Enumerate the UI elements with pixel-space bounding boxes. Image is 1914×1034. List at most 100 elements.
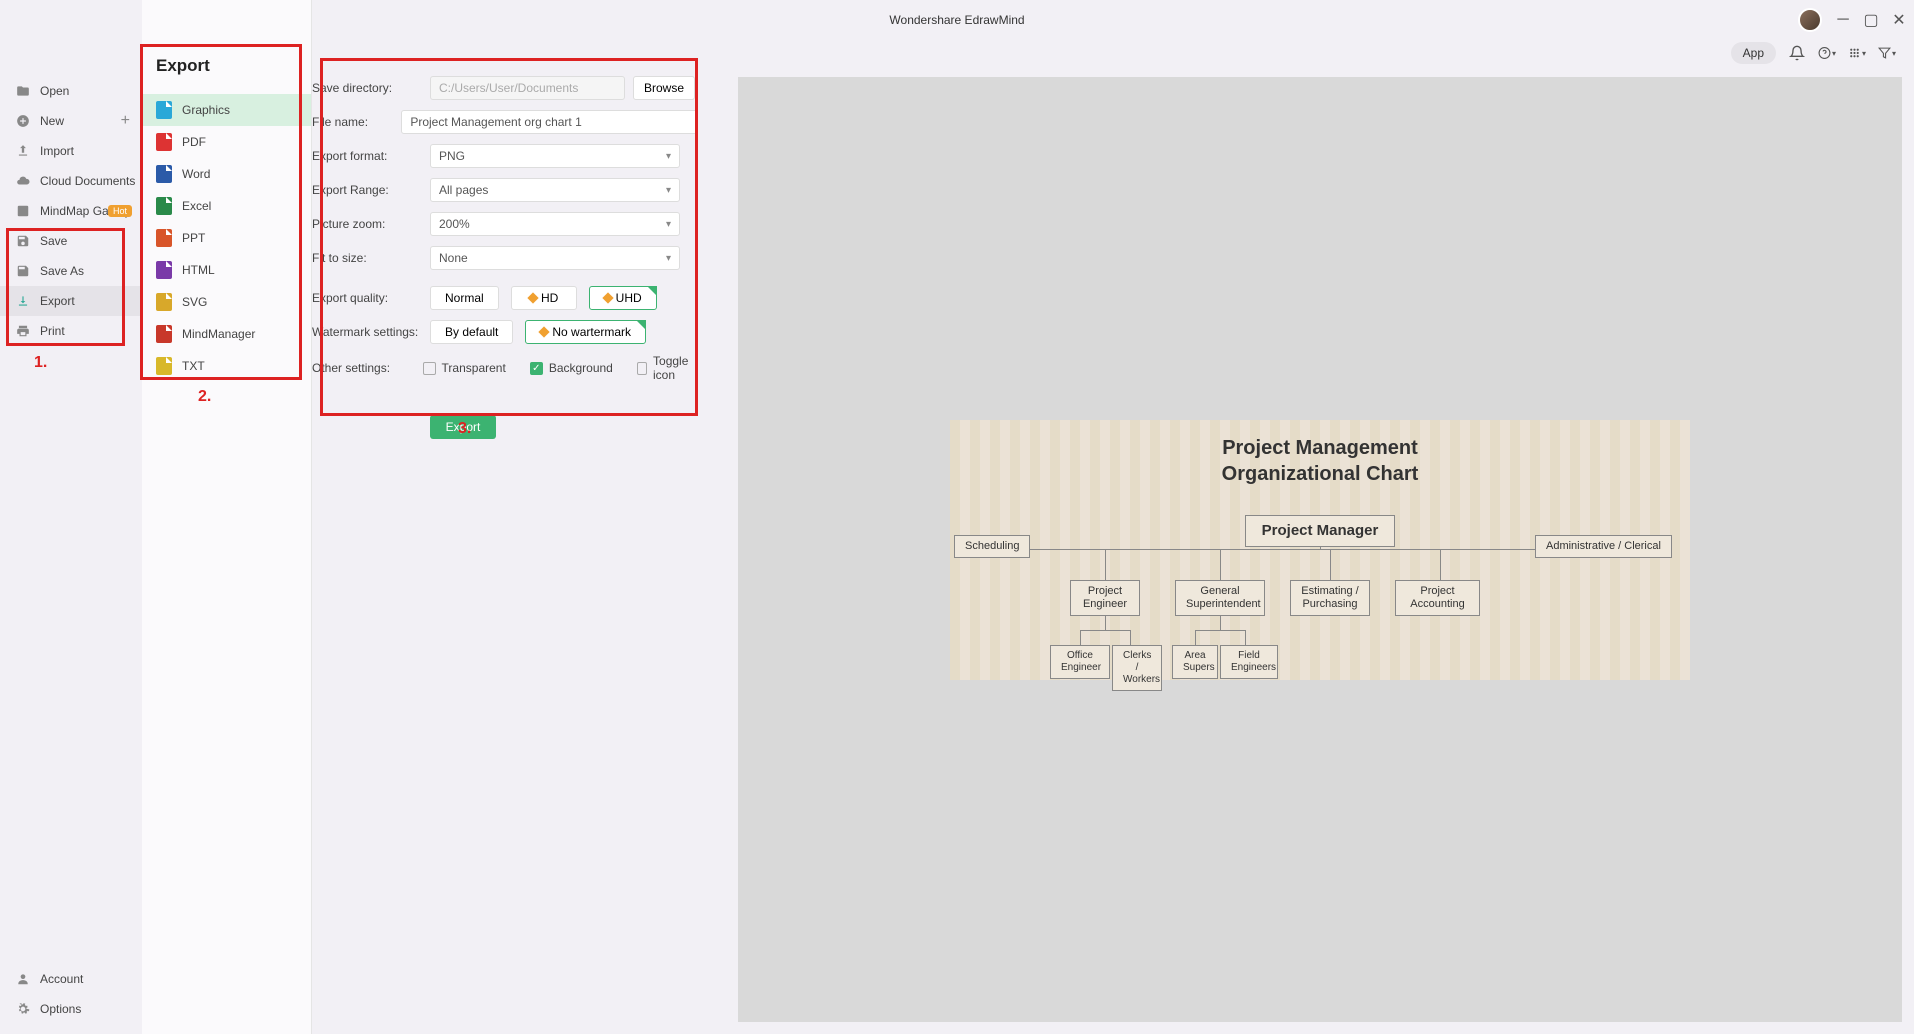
watermark-opt-1[interactable]: No wartermark	[525, 320, 646, 344]
export-icon	[16, 294, 30, 308]
node-fe: Field Engineers	[1220, 645, 1278, 679]
export-format-mindmanager[interactable]: MindManager	[142, 318, 311, 350]
file-icon	[156, 165, 172, 183]
zoom-dropdown[interactable]: 200%▾	[430, 212, 680, 236]
maximize-icon[interactable]: ▢	[1864, 13, 1878, 27]
node-pe: Project Engineer	[1070, 580, 1140, 616]
checkbox-icon: ✓	[530, 362, 543, 375]
other-label: Other settings:	[312, 361, 423, 375]
node-as: Area Supers	[1172, 645, 1218, 679]
export-format-excel[interactable]: Excel	[142, 190, 311, 222]
range-dropdown[interactable]: All pages▾	[430, 178, 680, 202]
node-oe: Office Engineer	[1050, 645, 1110, 679]
export-panel-title: Export	[142, 0, 311, 94]
sidebar-item-save[interactable]: Save	[0, 226, 142, 256]
plus-icon[interactable]: +	[121, 112, 130, 130]
save-icon	[16, 234, 30, 248]
chevron-down-icon: ▾	[666, 219, 671, 230]
file-name-label: File name:	[312, 115, 401, 129]
check-corner-icon	[647, 286, 657, 296]
close-icon[interactable]: ✕	[1892, 13, 1906, 27]
file-icon	[156, 133, 172, 151]
save-dir-input[interactable]	[430, 76, 625, 100]
quality-normal[interactable]: Normal	[430, 286, 499, 310]
help-icon[interactable]: ▾	[1818, 44, 1836, 62]
annotation-label-2: 2.	[198, 388, 211, 406]
chevron-down-icon: ▾	[666, 151, 671, 162]
fit-dropdown[interactable]: None▾	[430, 246, 680, 270]
export-format-ppt[interactable]: PPT	[142, 222, 311, 254]
save-as-icon	[16, 264, 30, 278]
sidebar-item-import[interactable]: Import	[0, 136, 142, 166]
sidebar-item-account[interactable]: Account	[0, 964, 142, 994]
annotation-label-3: 3.	[458, 420, 471, 438]
import-icon	[16, 144, 30, 158]
browse-button[interactable]: Browse	[633, 76, 695, 100]
sidebar-item-save-as[interactable]: Save As	[0, 256, 142, 286]
chevron-down-icon: ▾	[666, 185, 671, 196]
chevron-down-icon: ▾	[666, 253, 671, 264]
sidebar-item-options[interactable]: Options	[0, 994, 142, 1024]
grid-icon[interactable]: ▾	[1848, 44, 1866, 62]
quality-label: Export quality:	[312, 291, 430, 305]
sidebar-item-new[interactable]: New+	[0, 106, 142, 136]
bell-icon[interactable]	[1788, 44, 1806, 62]
checkbox-icon	[423, 362, 436, 375]
checkbox-icon	[637, 362, 647, 375]
minimize-icon[interactable]: ─	[1836, 13, 1850, 27]
export-format-txt[interactable]: TXT	[142, 350, 311, 382]
file-icon	[156, 197, 172, 215]
sidebar-item-print[interactable]: Print	[0, 316, 142, 346]
print-icon	[16, 324, 30, 338]
node-sched: Scheduling	[954, 535, 1030, 558]
file-icon	[156, 229, 172, 247]
top-toolbar: App ▾ ▾ ▾	[1731, 42, 1896, 64]
export-format-graphics[interactable]: Graphics	[142, 94, 311, 126]
preview-area: Project Management Organizational Chart …	[738, 77, 1902, 1022]
gear-icon	[16, 1002, 30, 1016]
node-pm: Project Manager	[1245, 515, 1395, 547]
export-format-panel: Export GraphicsPDFWordExcelPPTHTMLSVGMin…	[142, 0, 312, 1034]
file-icon	[156, 325, 172, 343]
diamond-icon	[527, 292, 538, 303]
sidebar-item-export[interactable]: Export	[0, 286, 142, 316]
app-button[interactable]: App	[1731, 42, 1776, 64]
node-admin: Administrative / Clerical	[1535, 535, 1672, 558]
sidebar-item-cloud-documents[interactable]: Cloud Documents	[0, 166, 142, 196]
file-icon	[156, 101, 172, 119]
account-icon	[16, 972, 30, 986]
cloud-icon	[16, 174, 30, 188]
zoom-label: Picture zoom:	[312, 217, 430, 231]
filter-icon[interactable]: ▾	[1878, 44, 1896, 62]
export-format-svg[interactable]: SVG	[142, 286, 311, 318]
export-format-pdf[interactable]: PDF	[142, 126, 311, 158]
export-settings: Save directory: Browse File name: Export…	[312, 76, 698, 439]
node-cw: Clerks / Workers	[1112, 645, 1162, 691]
check-corner-icon	[636, 320, 646, 330]
check-transparent[interactable]: Transparent	[423, 354, 506, 382]
quality-hd[interactable]: HD	[511, 286, 577, 310]
check-toggle-icon[interactable]: Toggle icon	[637, 354, 698, 382]
file-name-input[interactable]	[401, 110, 698, 134]
format-dropdown[interactable]: PNG▾	[430, 144, 680, 168]
annotation-label-1: 1.	[34, 354, 47, 372]
file-icon	[156, 261, 172, 279]
avatar[interactable]	[1798, 8, 1822, 32]
node-pa: Project Accounting	[1395, 580, 1480, 616]
fit-label: Fit to size:	[312, 251, 430, 265]
sidebar: OpenNew+ImportCloud DocumentsMindMap Gal…	[0, 0, 142, 1034]
gallery-icon	[16, 204, 30, 218]
sidebar-item-mindmap-gallery[interactable]: MindMap GalleryHot	[0, 196, 142, 226]
range-label: Export Range:	[312, 183, 430, 197]
export-format-html[interactable]: HTML	[142, 254, 311, 286]
file-icon	[156, 357, 172, 375]
export-format-word[interactable]: Word	[142, 158, 311, 190]
diamond-icon	[539, 326, 550, 337]
sidebar-item-open[interactable]: Open	[0, 76, 142, 106]
quality-uhd[interactable]: UHD	[589, 286, 657, 310]
diamond-icon	[602, 292, 613, 303]
watermark-opt-0[interactable]: By default	[430, 320, 513, 344]
check-background[interactable]: ✓Background	[530, 354, 613, 382]
app-title: Wondershare EdrawMind	[889, 13, 1024, 27]
hot-badge: Hot	[108, 205, 132, 217]
